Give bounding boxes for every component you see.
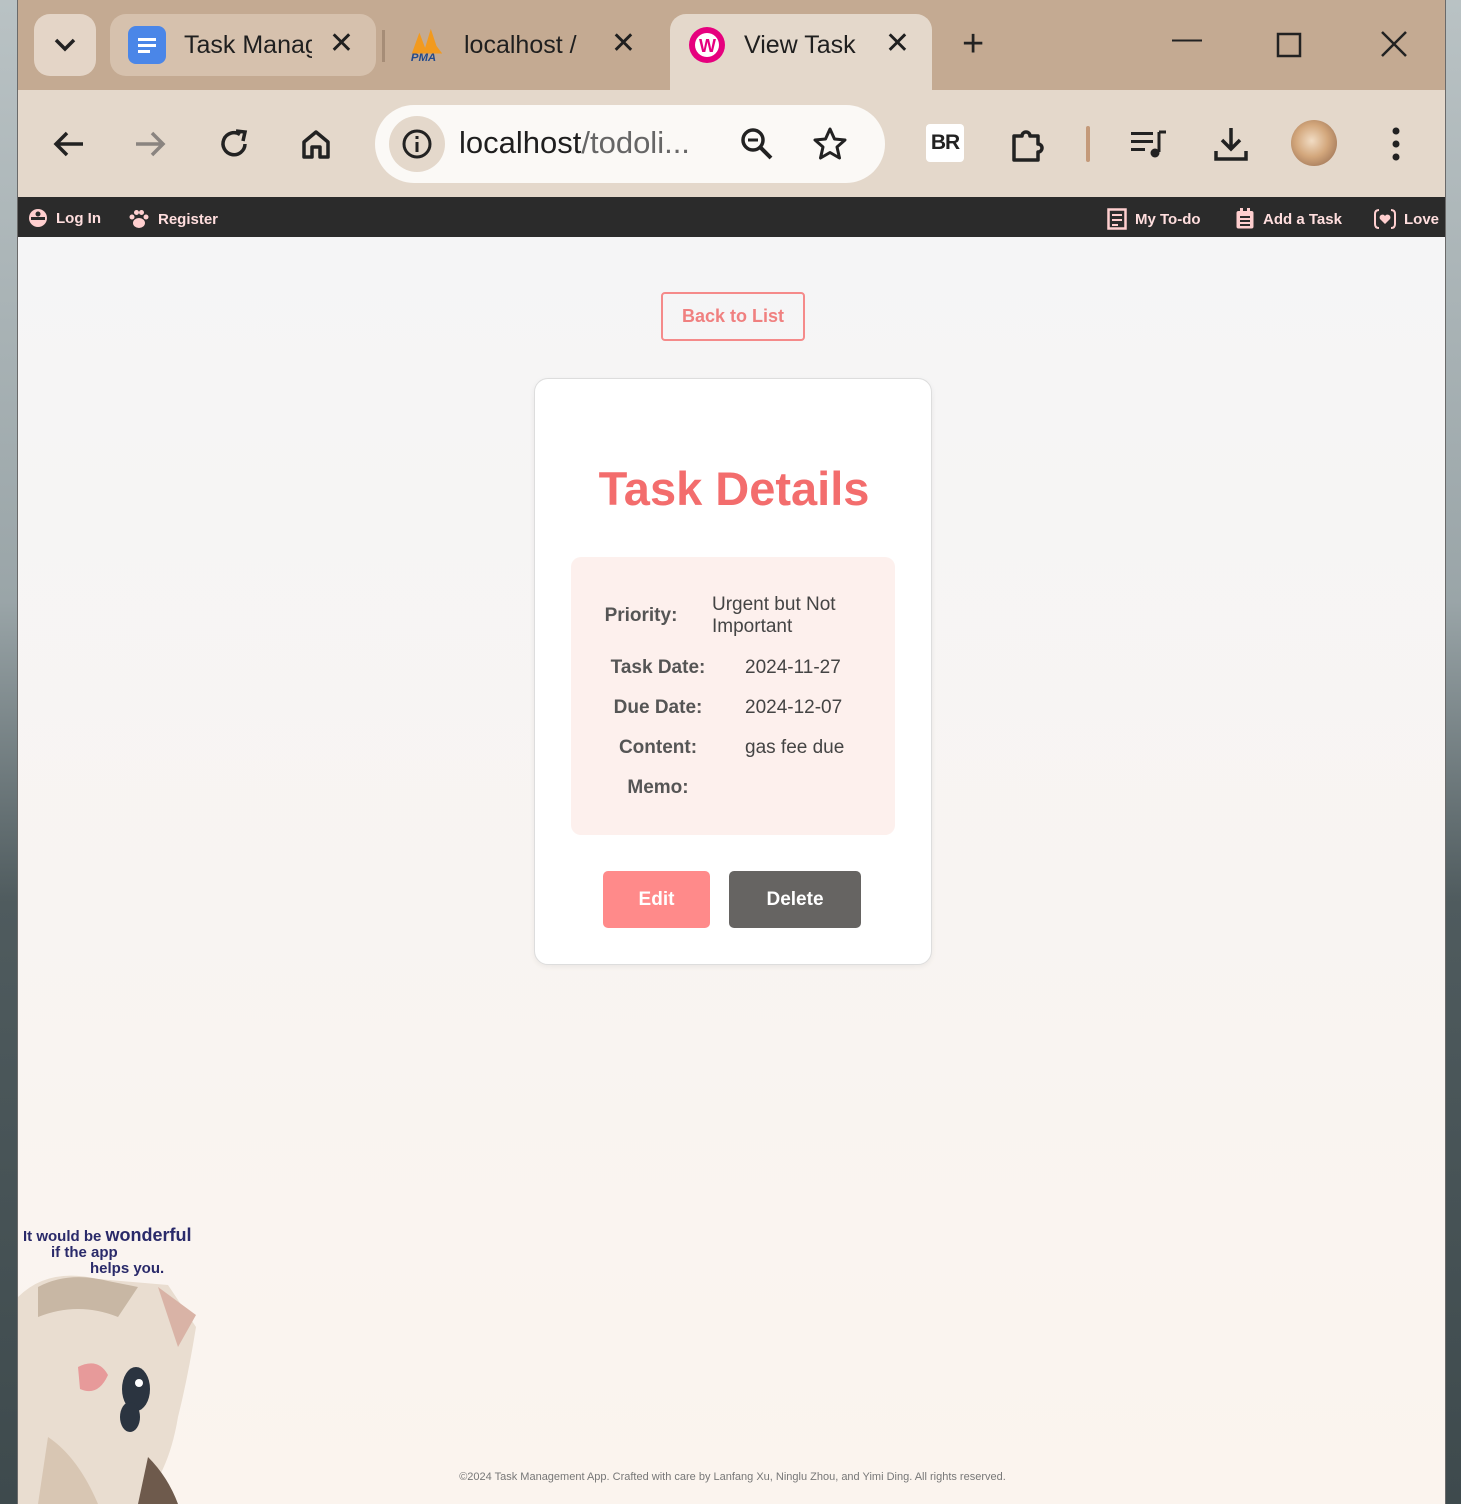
tab-title: View Task [744, 30, 856, 59]
page-content: Back to List Task Details Priority: Urge… [18, 237, 1445, 1504]
page-title: Task Details [598, 462, 870, 515]
maximize-icon[interactable] [1276, 32, 1302, 66]
url-text[interactable]: localhost/todoli... [459, 125, 690, 161]
site-info-icon[interactable] [389, 116, 445, 172]
extensions-puzzle-icon[interactable] [1007, 123, 1049, 165]
nav-login[interactable]: Log In [28, 208, 101, 228]
tab-task-manager[interactable]: Task Manag ✕ [110, 14, 376, 76]
delete-button[interactable]: Delete [729, 871, 861, 928]
heart-icon [1374, 209, 1396, 229]
toolbar-separator [1086, 126, 1090, 162]
priority-label: Priority: [604, 605, 678, 626]
minimize-icon[interactable]: — [1172, 22, 1202, 56]
sticker-line-1: It would be [23, 1228, 102, 1245]
tab-separator [382, 30, 385, 62]
forward-arrow-icon[interactable] [130, 124, 170, 164]
nav-login-label: Log In [56, 209, 101, 227]
tab-strip: Task Manag ✕ PMA localhost / ✕ W View Ta… [18, 0, 1445, 90]
nav-my-todo[interactable]: My To-do [1107, 208, 1201, 230]
due-date-label: Due Date: [613, 697, 703, 718]
back-to-list-button[interactable]: Back to List [661, 292, 805, 341]
google-docs-icon [128, 26, 166, 64]
content-value: gas fee due [745, 737, 845, 758]
task-date-value: 2024-11-27 [745, 657, 841, 678]
address-bar[interactable]: localhost/todoli... [375, 105, 885, 183]
svg-text:W: W [699, 36, 716, 56]
close-icon[interactable]: ✕ [885, 28, 910, 60]
nav-add-task[interactable]: Add a Task [1235, 208, 1342, 230]
task-date-label: Task Date: [610, 657, 706, 678]
media-control-icon[interactable] [1128, 123, 1170, 165]
nav-add-task-label: Add a Task [1263, 210, 1342, 228]
due-date-value: 2024-12-07 [745, 697, 843, 718]
download-icon[interactable] [1210, 123, 1252, 165]
extension-br-icon[interactable]: BR [926, 124, 964, 162]
bookmark-star-icon[interactable] [809, 123, 851, 165]
nav-my-todo-label: My To-do [1135, 210, 1201, 228]
priority-value: Urgent but Not Important [712, 594, 836, 637]
paw-icon [129, 210, 149, 228]
chevron-down-icon [54, 38, 76, 52]
nav-love[interactable]: Love [1374, 208, 1439, 230]
tab-search-button[interactable] [34, 14, 96, 76]
todo-list-icon [1107, 208, 1127, 230]
tab-localhost[interactable]: PMA localhost / ✕ [390, 14, 658, 76]
new-tab-icon[interactable]: + [962, 24, 984, 64]
site-navbar: Log In Register My To-do Add a Task Love [18, 197, 1445, 237]
task-details-card: Task Details Priority: Urgent but Not Im… [534, 378, 932, 965]
content-label: Content: [618, 737, 698, 758]
login-icon [29, 209, 47, 227]
nav-love-label: Love [1404, 210, 1440, 228]
svg-text:PMA: PMA [411, 52, 436, 64]
sticker-line-1b: wonderful [105, 1225, 192, 1245]
nav-register[interactable]: Register [128, 208, 218, 230]
zoom-icon[interactable] [736, 123, 778, 165]
wampserver-icon: W [688, 26, 726, 64]
add-task-icon [1236, 208, 1254, 229]
tab-title: Task Manag [184, 30, 312, 59]
tab-title: localhost / [464, 30, 577, 59]
browser-window: Task Manag ✕ PMA localhost / ✕ W View Ta… [17, 0, 1446, 1504]
profile-avatar[interactable] [1291, 120, 1337, 166]
cat-sticker-image [18, 1275, 196, 1504]
back-arrow-icon[interactable] [49, 124, 89, 164]
phpmyadmin-icon: PMA [408, 26, 446, 64]
close-window-icon[interactable] [1380, 30, 1408, 66]
sticker-caption: It would be wonderful [23, 1225, 192, 1246]
home-icon[interactable] [296, 124, 336, 164]
close-icon[interactable]: ✕ [611, 28, 636, 60]
edit-button[interactable]: Edit [603, 871, 710, 928]
reload-icon[interactable] [214, 124, 254, 164]
memo-label: Memo: [627, 777, 689, 798]
browser-toolbar: localhost/todoli... BR [18, 90, 1445, 197]
close-icon[interactable]: ✕ [329, 28, 354, 60]
tab-view-task[interactable]: W View Task ✕ [670, 14, 932, 90]
more-menu-icon[interactable] [1375, 123, 1417, 165]
footer-text: ©2024 Task Management App. Crafted with … [459, 1471, 1006, 1483]
task-details-panel: Priority: Urgent but Not Important Task … [571, 557, 895, 835]
nav-register-label: Register [158, 210, 219, 228]
